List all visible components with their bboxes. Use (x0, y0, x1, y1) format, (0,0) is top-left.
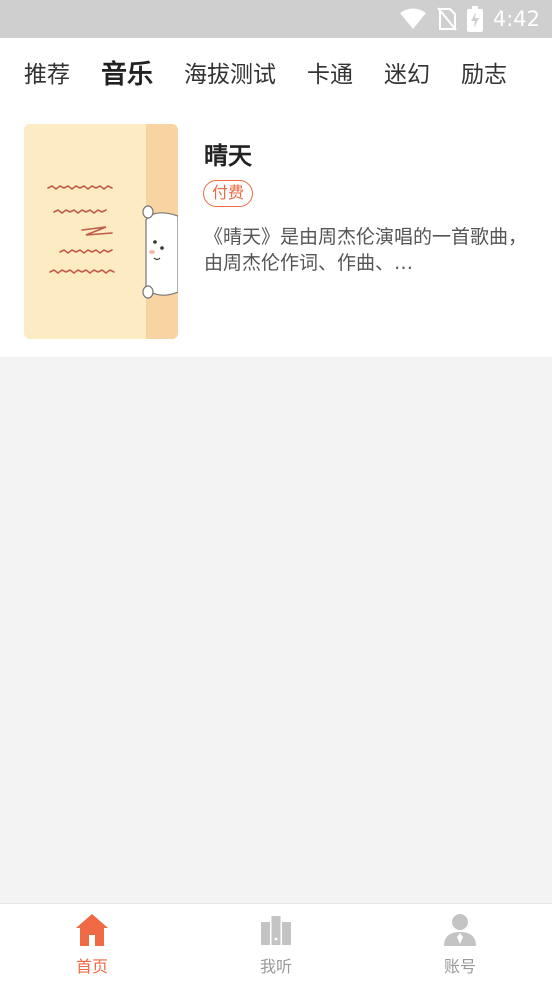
list-item[interactable]: 晴天 付费 《晴天》是由周杰伦演唱的一首歌曲，由周杰伦作词、作曲、… (24, 124, 528, 339)
status-time: 4:42 (492, 7, 540, 31)
bottom-nav: 首页 我听 账号 (0, 903, 552, 981)
home-icon (76, 914, 108, 946)
song-description: 《晴天》是由周杰伦演唱的一首歌曲，由周杰伦作词、作曲、… (204, 226, 528, 274)
song-list: 晴天 付费 《晴天》是由周杰伦演唱的一首歌曲，由周杰伦作词、作曲、… (0, 106, 552, 357)
library-icon (261, 916, 291, 945)
tab-music[interactable]: 音乐 (101, 54, 153, 91)
nav-home-label: 首页 (75, 957, 108, 976)
song-cover-image (24, 124, 178, 339)
account-icon (444, 914, 476, 946)
tab-cartoon[interactable]: 卡通 (307, 55, 353, 89)
nav-library-label: 我听 (259, 957, 292, 976)
tab-psychedelic[interactable]: 迷幻 (384, 55, 430, 89)
status-bar: 4:42 (0, 0, 552, 38)
battery-charging-icon (466, 6, 483, 32)
song-title: 晴天 (204, 142, 252, 170)
tab-altitude-test[interactable]: 海拔测试 (184, 55, 276, 89)
category-tabs: 推荐 音乐 海拔测试 卡通 迷幻 励志 (0, 38, 552, 106)
paid-badge: 付费 (203, 180, 254, 207)
no-sim-icon (437, 7, 457, 31)
wifi-icon (399, 8, 426, 29)
nav-account-label: 账号 (443, 957, 476, 976)
tab-inspirational[interactable]: 励志 (461, 55, 507, 89)
nav-account[interactable]: 账号 (368, 904, 552, 981)
nav-home[interactable]: 首页 (0, 904, 184, 981)
tab-recommend[interactable]: 推荐 (24, 55, 70, 89)
nav-library[interactable]: 我听 (184, 904, 368, 981)
